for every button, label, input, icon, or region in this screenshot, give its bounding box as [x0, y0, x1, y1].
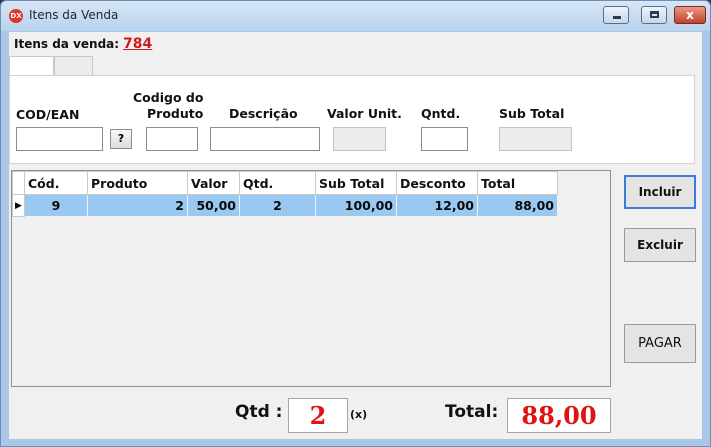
itens-venda-label: Itens da venda: — [14, 37, 120, 51]
pagar-button[interactable]: PAGAR — [624, 324, 696, 363]
cod-ean-label: COD/EAN — [16, 107, 80, 122]
row-indicator-icon: ▶ — [12, 194, 25, 217]
codigo-produto-label-line1: Codigo do — [133, 90, 204, 105]
col-header-sub-total[interactable]: Sub Total — [315, 171, 397, 195]
total-label: Total: — [445, 402, 499, 422]
client-area: Itens da venda: 784 COD/EAN ? Codigo do … — [9, 32, 702, 439]
descricao-label: Descrição — [229, 106, 298, 121]
minimize-icon — [613, 16, 621, 19]
itens-venda-number: 784 — [123, 36, 153, 52]
col-header-desconto[interactable]: Desconto — [396, 171, 478, 195]
qntd-input[interactable] — [421, 127, 468, 151]
incluir-button[interactable]: Incluir — [624, 175, 696, 209]
maximize-button[interactable] — [641, 6, 667, 24]
app-window: DX Itens da Venda x Itens da venda: 784 … — [0, 0, 711, 447]
valor-unit-label: Valor Unit. — [327, 106, 402, 121]
close-icon: x — [686, 8, 694, 22]
cod-ean-input[interactable] — [16, 127, 103, 151]
items-grid[interactable]: Cód. Produto Valor Qtd. Sub Total Descon… — [11, 170, 611, 387]
tab-2[interactable] — [54, 56, 93, 75]
qtd-total-value: 2 — [288, 398, 348, 433]
items-table: Cód. Produto Valor Qtd. Sub Total Descon… — [12, 171, 558, 217]
qntd-label: Qntd. — [421, 106, 461, 121]
sub-total-input[interactable] — [499, 127, 572, 151]
multiplier-label: (x) — [350, 408, 368, 421]
cell-desconto[interactable]: 12,00 — [396, 194, 478, 217]
sub-total-label: Sub Total — [499, 106, 565, 121]
cell-sub-total[interactable]: 100,00 — [315, 194, 397, 217]
app-icon: DX — [9, 9, 23, 23]
descricao-input[interactable] — [210, 127, 320, 151]
total-value: 88,00 — [507, 398, 611, 433]
table-header-row: Cód. Produto Valor Qtd. Sub Total Descon… — [12, 171, 558, 195]
title-bar[interactable]: DX Itens da Venda x — [1, 1, 710, 31]
tab-1[interactable] — [9, 56, 54, 76]
col-header-qtd[interactable]: Qtd. — [239, 171, 316, 195]
cell-cod[interactable]: 9 — [24, 194, 88, 217]
row-indicator-header — [12, 171, 25, 195]
excluir-button[interactable]: Excluir — [624, 228, 696, 262]
close-button[interactable]: x — [674, 6, 706, 24]
item-entry-panel: COD/EAN ? Codigo do Produto Descrição Va… — [9, 75, 695, 164]
window-title: Itens da Venda — [29, 8, 119, 22]
col-header-valor[interactable]: Valor — [187, 171, 240, 195]
col-header-produto[interactable]: Produto — [87, 171, 188, 195]
minimize-button[interactable] — [603, 6, 629, 24]
codigo-produto-input[interactable] — [146, 127, 198, 151]
help-button[interactable]: ? — [110, 129, 132, 149]
cell-total[interactable]: 88,00 — [477, 194, 558, 217]
codigo-produto-label-line2: Produto — [147, 106, 204, 121]
col-header-total[interactable]: Total — [477, 171, 558, 195]
valor-unit-input[interactable] — [333, 127, 386, 151]
table-row[interactable]: ▶ 9 2 50,00 2 100,00 12,00 88,00 — [12, 194, 558, 217]
cell-produto[interactable]: 2 — [87, 194, 188, 217]
qtd-total-label: Qtd : — [235, 402, 283, 422]
cell-valor[interactable]: 50,00 — [187, 194, 240, 217]
cell-qtd[interactable]: 2 — [239, 194, 316, 217]
col-header-cod[interactable]: Cód. — [24, 171, 88, 195]
maximize-icon — [650, 11, 659, 18]
